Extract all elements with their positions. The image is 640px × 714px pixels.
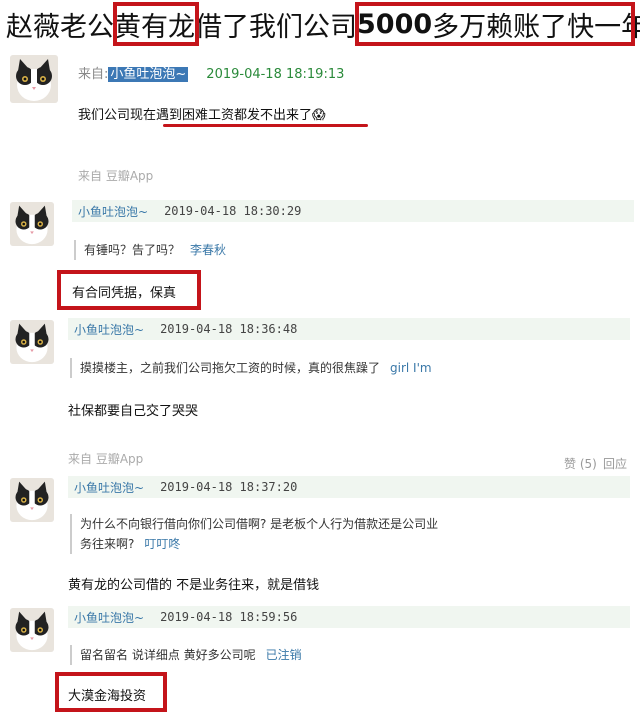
- highlight-box-name: [113, 2, 199, 46]
- avatar[interactable]: [10, 55, 58, 103]
- quote-text: 摸摸楼主，之前我们公司拖欠工资的时候，真的很焦躁了: [80, 361, 381, 375]
- avatar[interactable]: [10, 202, 54, 246]
- reply-text: 社保都要自己交了哭哭: [68, 404, 199, 419]
- highlight-box-reply4: [55, 672, 167, 712]
- post-body: 我们公司现在遇到困难工资都发不出来了😱: [78, 104, 326, 123]
- reply-time: 2019-04-18 18:36:48: [160, 322, 298, 336]
- post-author-link[interactable]: 小鱼吐泡泡~: [108, 67, 189, 82]
- reply-author-link[interactable]: 小鱼吐泡泡~: [74, 609, 144, 626]
- reply-time: 2019-04-18 18:30:29: [164, 204, 302, 218]
- underline-mark: [163, 124, 368, 127]
- quote-author-link[interactable]: 叮叮咚: [144, 537, 180, 551]
- quote-text-line2: 务往来啊?: [80, 537, 135, 551]
- post-time: 2019-04-18 18:19:13: [206, 67, 345, 82]
- from-prefix: 来自:: [78, 67, 109, 82]
- reply-quote: 为什么不向银行借向你们公司借啊? 是老板个人行为借款还是公司业 务往来啊? 叮叮咚: [70, 514, 460, 554]
- reply-source: 来自 豆瓣App: [68, 452, 144, 466]
- highlight-box-amount: [355, 2, 635, 46]
- like-button[interactable]: 赞 (5): [564, 455, 597, 472]
- quote-author-link[interactable]: 李春秋: [190, 243, 226, 257]
- reply-meta: 小鱼吐泡泡~ 2019-04-18 18:37:20: [68, 476, 630, 498]
- reply-meta: 小鱼吐泡泡~ 2019-04-18 18:59:56: [68, 606, 630, 628]
- post-text-underlined: 困难工资都发不出来了: [182, 108, 313, 123]
- headline-part1: 赵薇老公: [6, 11, 114, 43]
- reply-text: 黄有龙的公司借的 不是业务往来，就是借钱: [68, 578, 320, 593]
- reply-time: 2019-04-18 18:37:20: [160, 480, 298, 494]
- post-header: 来自: 小鱼吐泡泡~ 2019-04-18 18:19:13: [78, 63, 344, 82]
- post-text-pre: 我们公司现在遇到: [78, 108, 183, 123]
- reply-quote: 留名留名 说详细点 黄好多公司呢 已注销: [70, 645, 302, 665]
- quote-text: 留名留名 说详细点 黄好多公司呢: [80, 648, 256, 662]
- avatar[interactable]: [10, 320, 54, 364]
- reply-quote: 有锤吗？告了吗？ 李春秋: [74, 240, 226, 260]
- quote-text: 有锤吗？告了吗？: [84, 243, 181, 257]
- avatar[interactable]: [10, 478, 54, 522]
- reply-author-link[interactable]: 小鱼吐泡泡~: [74, 479, 144, 496]
- quote-author-link[interactable]: girl I'm: [390, 361, 432, 375]
- reply-quote: 摸摸楼主，之前我们公司拖欠工资的时候，真的很焦躁了 girl I'm: [70, 358, 432, 378]
- reply-time: 2019-04-18 18:59:56: [160, 610, 298, 624]
- reply-meta: 小鱼吐泡泡~ 2019-04-18 18:36:48: [68, 318, 630, 340]
- scream-emoji-icon: 😱: [312, 108, 326, 123]
- reply-button[interactable]: 回应: [603, 455, 627, 472]
- reply-meta: 小鱼吐泡泡~ 2019-04-18 18:30:29: [72, 200, 634, 222]
- quote-text-line1: 为什么不向银行借向你们公司借啊? 是老板个人行为借款还是公司业: [80, 517, 439, 531]
- headline-part2: 借了我们公司: [195, 11, 357, 43]
- post-source: 来自 豆瓣App: [78, 169, 154, 183]
- reply-author-link[interactable]: 小鱼吐泡泡~: [74, 321, 144, 338]
- highlight-box-reply1: [57, 270, 201, 310]
- reply-author-link[interactable]: 小鱼吐泡泡~: [78, 203, 148, 220]
- avatar[interactable]: [10, 608, 54, 652]
- quote-author-link[interactable]: 已注销: [266, 648, 302, 662]
